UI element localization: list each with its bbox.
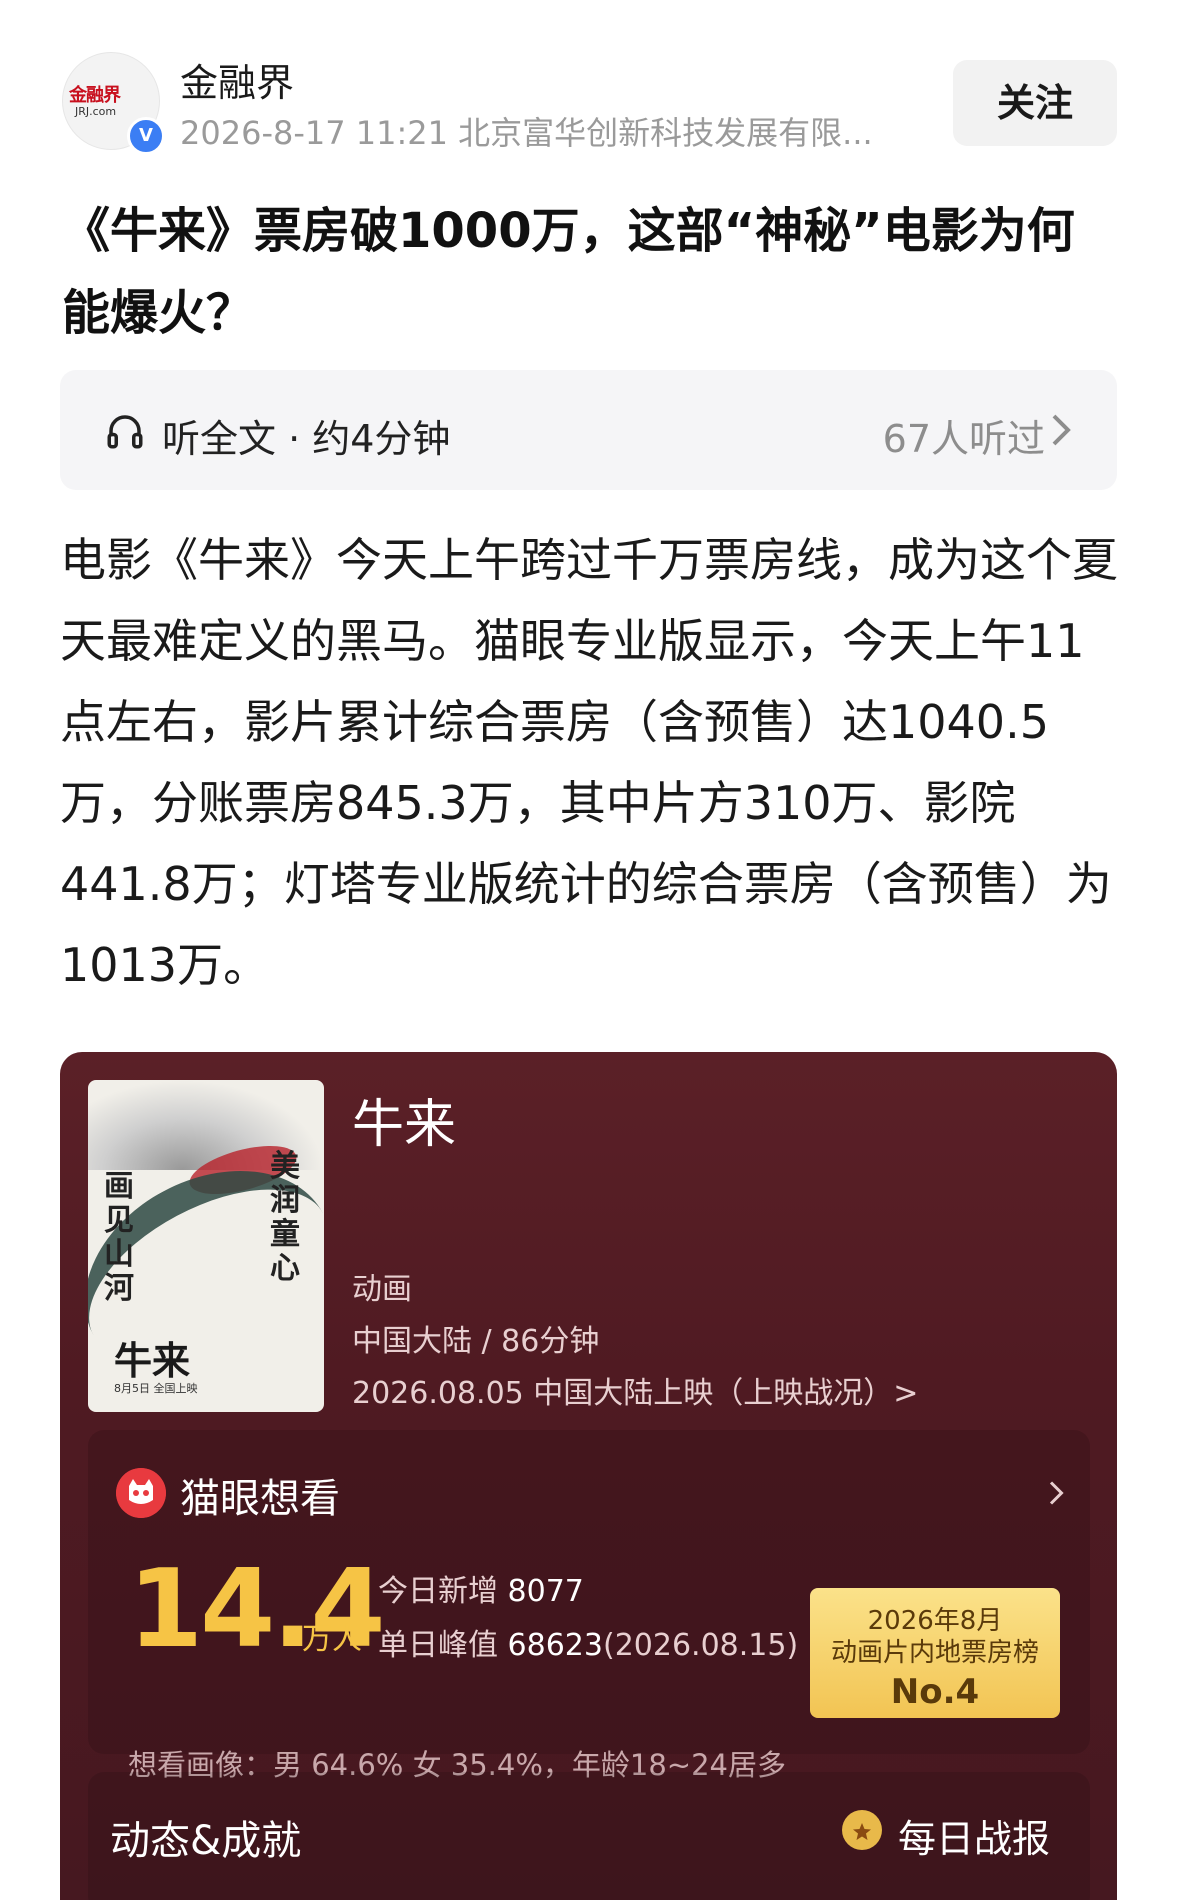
want-to-see-panel[interactable]: 猫眼想看 14.4 万人 今日新增 8077 单日峰值 68623(2026.0…	[88, 1430, 1090, 1782]
ranking-position: No.4	[890, 1672, 980, 1712]
account-avatar[interactable]: 金融界 JRJ.com V	[62, 52, 165, 155]
maoyan-cat-icon	[116, 1468, 166, 1518]
want-to-see-title: 猫眼想看	[180, 1476, 340, 1522]
verified-icon: V	[127, 117, 165, 155]
movie-release-link[interactable]: 2026.08.05 中国大陆上映（上映战况）>	[352, 1368, 918, 1412]
daily-peak-date: (2026.08.15)	[602, 1628, 799, 1663]
movie-region-runtime: 中国大陆 / 86分钟	[352, 1324, 600, 1359]
poster-date: 8月5日 全国上映	[114, 1382, 198, 1395]
chevron-right-icon[interactable]	[1046, 1478, 1068, 1508]
account-name[interactable]: 金融界	[180, 52, 294, 107]
article-body: 电影《牛来》今天上午跨过千万票房线，成为这个夏天最难定义的黑马。猫眼专业版显示，…	[60, 533, 1118, 992]
want-count-unit: 万人	[302, 1622, 362, 1657]
headphones-icon	[107, 415, 143, 449]
daily-peak-stat: 单日峰值 68623(2026.08.15)	[378, 1620, 798, 1664]
medal-icon	[842, 1810, 882, 1850]
movie-poster[interactable]: 画见山河 美润童心 牛来 8月5日 全国上映	[88, 1080, 324, 1412]
daily-report-button[interactable]: 每日战报	[898, 1808, 1050, 1863]
poster-calligraphy-right: 美润童心	[270, 1149, 300, 1286]
dynamics-panel[interactable]: 动态&成就 每日战报	[88, 1772, 1090, 1900]
movie-genre: 动画	[352, 1272, 412, 1307]
dynamics-title: 动态&成就	[110, 1818, 302, 1864]
poster-title: 牛来	[114, 1338, 191, 1383]
listen-full-text-bar[interactable]: 听全文 · 约4分钟 67人听过	[60, 370, 1117, 490]
ranking-list-name: 动画片内地票房榜	[830, 1638, 1039, 1668]
logo-sub-text: JRJ.com	[75, 105, 117, 118]
article-title: 《牛来》票房破1000万，这部“神秘”电影为何能爆火？	[62, 203, 1075, 341]
logo-text: 金融界	[69, 85, 121, 106]
daily-peak-value: 68623	[507, 1628, 603, 1663]
movie-name[interactable]: 牛来	[352, 1082, 456, 1157]
daily-peak-label: 单日峰值	[378, 1628, 498, 1663]
post-meta: 2026-8-17 11:21 北京富华创新科技发展有限...	[180, 114, 873, 152]
follow-button[interactable]: 关注	[953, 60, 1117, 146]
today-new-stat: 今日新增 8077	[378, 1566, 584, 1610]
today-new-label: 今日新增	[378, 1574, 498, 1609]
listen-count: 67人听过	[882, 417, 1045, 461]
today-new-value: 8077	[507, 1574, 584, 1609]
listen-label: 听全文 · 约4分钟	[162, 417, 451, 461]
ranking-badge[interactable]: 2026年8月 动画片内地票房榜 No.4	[810, 1588, 1060, 1718]
movie-card[interactable]: 画见山河 美润童心 牛来 8月5日 全国上映 牛来 动画 中国大陆 / 86分钟…	[60, 1052, 1117, 1900]
chevron-right-icon	[1052, 414, 1071, 446]
poster-calligraphy-left: 画见山河	[104, 1169, 134, 1306]
